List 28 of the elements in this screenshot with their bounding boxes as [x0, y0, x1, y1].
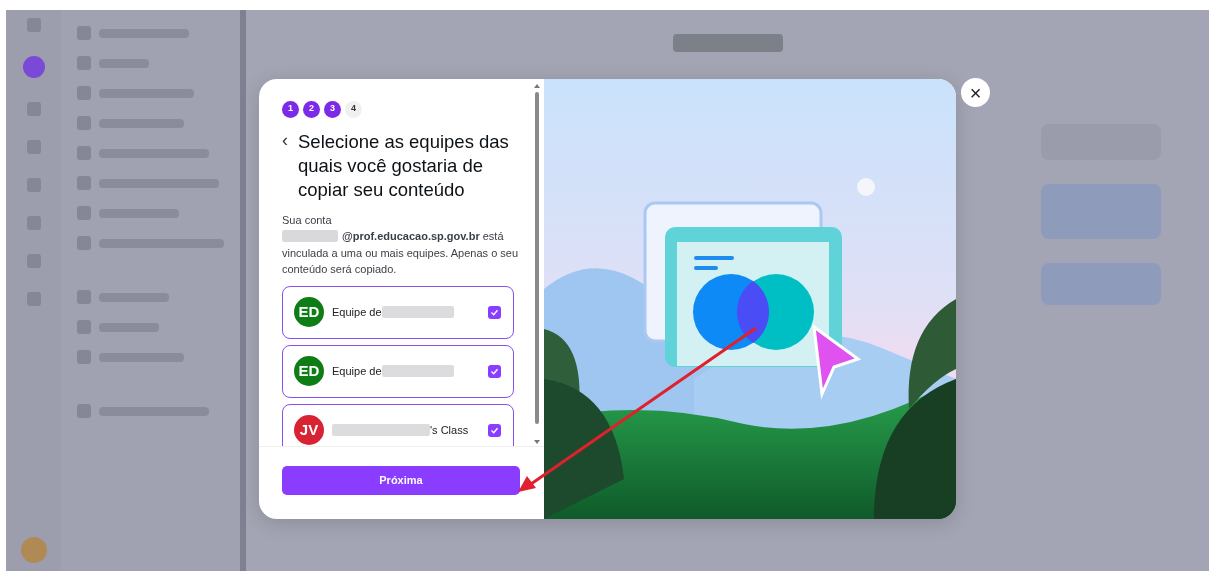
back-button[interactable]: ‹ — [282, 129, 288, 202]
team-option[interactable]: ED Equipe de — [282, 285, 514, 339]
checkbox[interactable] — [488, 423, 501, 437]
team-option[interactable]: ED Equipe de — [282, 344, 514, 398]
checkbox[interactable] — [488, 364, 501, 378]
team-avatar: ED — [294, 297, 324, 327]
team-avatar: ED — [294, 356, 324, 386]
check-icon — [490, 307, 499, 317]
scrollbar[interactable] — [533, 83, 541, 446]
check-icon — [490, 366, 499, 376]
description-text: vinculada a uma ou mais equipes. Apenas o seu conteúdo será copiado. — [282, 245, 520, 277]
step-indicator: 1 — [282, 100, 299, 118]
checkbox[interactable] — [488, 305, 501, 319]
team-name: Equipe de — [332, 363, 382, 379]
redacted-email — [282, 230, 338, 243]
step-indicator: 4 — [345, 100, 362, 118]
step-indicator: 2 — [303, 100, 320, 118]
next-button[interactable]: Próxima — [282, 465, 520, 495]
email-text: @prof.educacao.sp.gov.br está — [342, 229, 504, 244]
step-indicator: 3 — [324, 100, 341, 118]
dialog-title: Selecione as equipes das quais você gostaria de copiar seu conteúdo — [298, 129, 510, 202]
close-button[interactable]: × — [961, 78, 990, 107]
team-name: 's Class — [430, 422, 469, 438]
check-icon — [490, 425, 499, 435]
account-text: Sua conta — [282, 212, 333, 228]
team-avatar: JV — [294, 415, 324, 445]
team-name: Equipe de — [332, 304, 382, 320]
team-option[interactable]: JV 's Class — [282, 403, 514, 446]
